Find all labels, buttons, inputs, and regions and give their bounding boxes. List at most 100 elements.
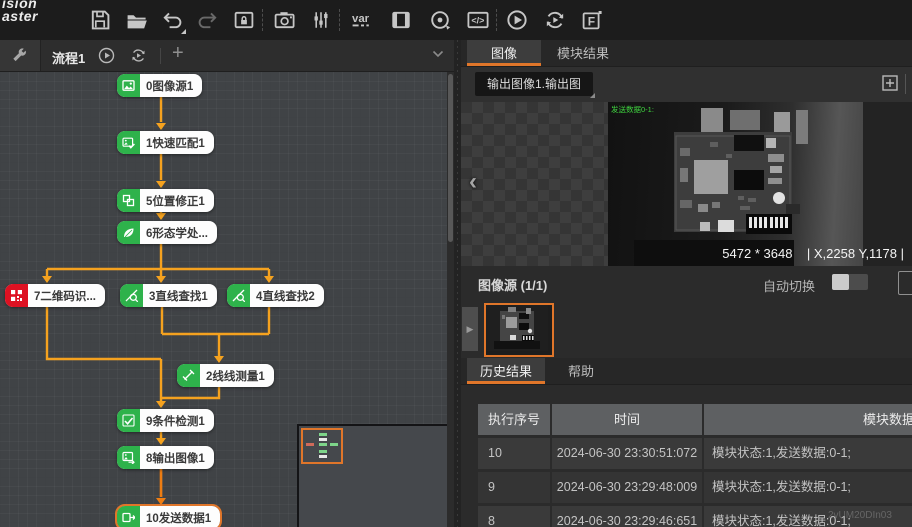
table-row-cell[interactable]: 2024-06-30 23:29:48:009 <box>552 472 702 503</box>
save-icon[interactable] <box>88 8 112 32</box>
flow-node-line-find-2[interactable]: 4直线查找2 <box>227 284 324 307</box>
column-header-time: 时间 <box>552 404 702 435</box>
flowchart-minimap[interactable] <box>297 424 451 527</box>
script-icon[interactable]: </> <box>466 8 490 32</box>
node-label: 5位置修正1 <box>140 189 214 212</box>
condition-check-icon <box>117 409 140 432</box>
column-header-module-data: 模块数据 <box>704 404 912 435</box>
image-layout-icon[interactable] <box>881 74 899 92</box>
visionmaster-window: isionaster var <box>0 0 912 527</box>
redo-icon[interactable] <box>196 8 220 32</box>
minimap-node <box>319 438 327 441</box>
tab-module-result[interactable]: 模块结果 <box>545 40 621 66</box>
image-output-icon <box>117 446 140 469</box>
format-icon[interactable]: F <box>580 8 604 32</box>
flow-node-send-data[interactable]: 10发送数据1 <box>117 506 220 527</box>
canvas-scrollbar[interactable] <box>447 72 454 527</box>
run-continuous-icon[interactable] <box>543 8 567 32</box>
add-flow-button[interactable]: + <box>172 42 184 65</box>
image-source-icon <box>117 74 140 97</box>
flow-node-position-fix[interactable]: 5位置修正1 <box>117 189 214 212</box>
camera-icon[interactable] <box>272 8 296 32</box>
thumbnail-pcb-image <box>486 305 548 351</box>
tab-help[interactable]: 帮助 <box>553 358 609 384</box>
tab-image[interactable]: 图像 <box>467 40 541 66</box>
line-measure-icon <box>177 364 200 387</box>
image-viewer[interactable]: 发送数据0-1: ‹ 5472 * 3648 | X,2258 Y,1178 | <box>461 102 912 266</box>
parameters-icon[interactable] <box>309 8 333 32</box>
toolbar-divider <box>905 74 906 94</box>
node-label: 9条件检测1 <box>140 409 214 432</box>
history-table: 执行序号 时间 模块数据 10 2024-06-30 23:30:51:072 … <box>478 404 912 527</box>
undo-icon[interactable] <box>160 8 184 32</box>
image-source-label: 图像源 (1/1) <box>478 275 547 294</box>
table-row-cell[interactable]: 9 <box>478 472 550 503</box>
minimap-node <box>319 433 327 436</box>
output-image-dropdown[interactable]: 输出图像1.输出图 <box>475 72 593 96</box>
flow-node-fast-match[interactable]: 1快速匹配1 <box>117 131 214 154</box>
prev-image-chevron[interactable]: ‹ <box>469 168 477 196</box>
right-panel: 图像 模块结果 输出图像1.输出图 <box>461 40 912 527</box>
column-header-exec-no: 执行序号 <box>478 404 550 435</box>
tools-button[interactable] <box>0 40 41 71</box>
flow-node-qr-code[interactable]: 7二维码识... <box>5 284 105 307</box>
table-row-cell[interactable]: 模块状态:1,发送数据:0-1; <box>704 438 912 469</box>
chevron-down-icon[interactable] <box>432 50 444 58</box>
image-toolbar: 输出图像1.输出图 <box>461 67 912 102</box>
global-trigger-icon[interactable] <box>428 8 452 32</box>
result-tabs-bar: 图像 模块结果 <box>461 40 912 67</box>
table-row-cell[interactable]: 模块状态:1,发送数据:0-1; <box>704 472 912 503</box>
node-label: 8输出图像1 <box>140 446 214 469</box>
table-row-cell[interactable]: 2024-06-30 23:30:51:072 <box>552 438 702 469</box>
node-label: 10发送数据1 <box>140 506 220 527</box>
io-module-icon[interactable] <box>389 8 413 32</box>
open-folder-icon[interactable] <box>124 8 148 32</box>
qr-code-icon <box>5 284 28 307</box>
svg-text:</>: </> <box>471 16 484 26</box>
svg-text:F: F <box>588 14 595 28</box>
table-row-cell[interactable]: 2024-06-30 23:29:46:651 <box>552 506 702 527</box>
run-loop-icon[interactable] <box>130 47 147 64</box>
table-row-cell[interactable]: 10 <box>478 438 550 469</box>
variables-icon[interactable]: var <box>349 8 373 32</box>
morphology-icon <box>117 221 140 244</box>
node-label: 4直线查找2 <box>250 284 324 307</box>
source-thumbnail[interactable] <box>484 303 554 357</box>
flow-node-image-source[interactable]: 0图像源1 <box>117 74 202 97</box>
tab-history-results[interactable]: 历史结果 <box>467 358 545 384</box>
flow-node-image-output[interactable]: 8输出图像1 <box>117 446 214 469</box>
flow-node-line-measure[interactable]: 2线线测量1 <box>177 364 274 387</box>
pcb-board-image <box>646 108 816 253</box>
canvas-scrollbar-thumb[interactable] <box>448 74 453 242</box>
tab-process-1[interactable]: 流程1 <box>52 48 85 67</box>
viewer-background <box>863 102 912 266</box>
auto-switch-toggle[interactable] <box>832 274 868 290</box>
thumbnail-strip: ▶ <box>461 300 912 358</box>
node-label: 7二维码识... <box>28 284 105 307</box>
flow-node-condition-check[interactable]: 9条件检测1 <box>117 409 214 432</box>
table-row-cell[interactable]: 8 <box>478 506 550 527</box>
undo-dropdown-fold[interactable] <box>181 29 186 34</box>
minimap-viewport[interactable] <box>301 428 343 464</box>
run-once-icon[interactable] <box>98 47 115 64</box>
node-label: 6形态学处... <box>140 221 217 244</box>
bottom-tabs-bar: 历史结果 帮助 <box>461 358 912 385</box>
line-find-icon <box>120 284 143 307</box>
overlay-annotation: 发送数据0-1: <box>611 104 654 115</box>
toggle-knob <box>832 274 849 290</box>
run-button[interactable]: 运行 <box>898 271 912 295</box>
run-icon[interactable] <box>505 8 529 32</box>
lock-window-icon[interactable] <box>232 8 256 32</box>
toolbar-divider <box>496 9 497 31</box>
line-find-icon <box>227 284 250 307</box>
flow-tab-bar: 流程1 + <box>0 40 454 71</box>
top-toolbar: isionaster var <box>0 0 912 40</box>
flow-node-morphology[interactable]: 6形态学处... <box>117 221 217 244</box>
flow-node-line-find-1[interactable]: 3直线查找1 <box>120 284 217 307</box>
panel-splitter[interactable] <box>454 40 461 527</box>
expand-thumbnails-arrow[interactable]: ▶ <box>462 307 478 351</box>
dropdown-fold-icon <box>590 93 595 98</box>
flowchart-canvas[interactable]: 0图像源1 1快速匹配1 5位置修正1 6形态学处... 7二维码识... 3直… <box>0 71 454 527</box>
minimap-node <box>330 443 338 446</box>
position-fix-icon <box>117 189 140 212</box>
